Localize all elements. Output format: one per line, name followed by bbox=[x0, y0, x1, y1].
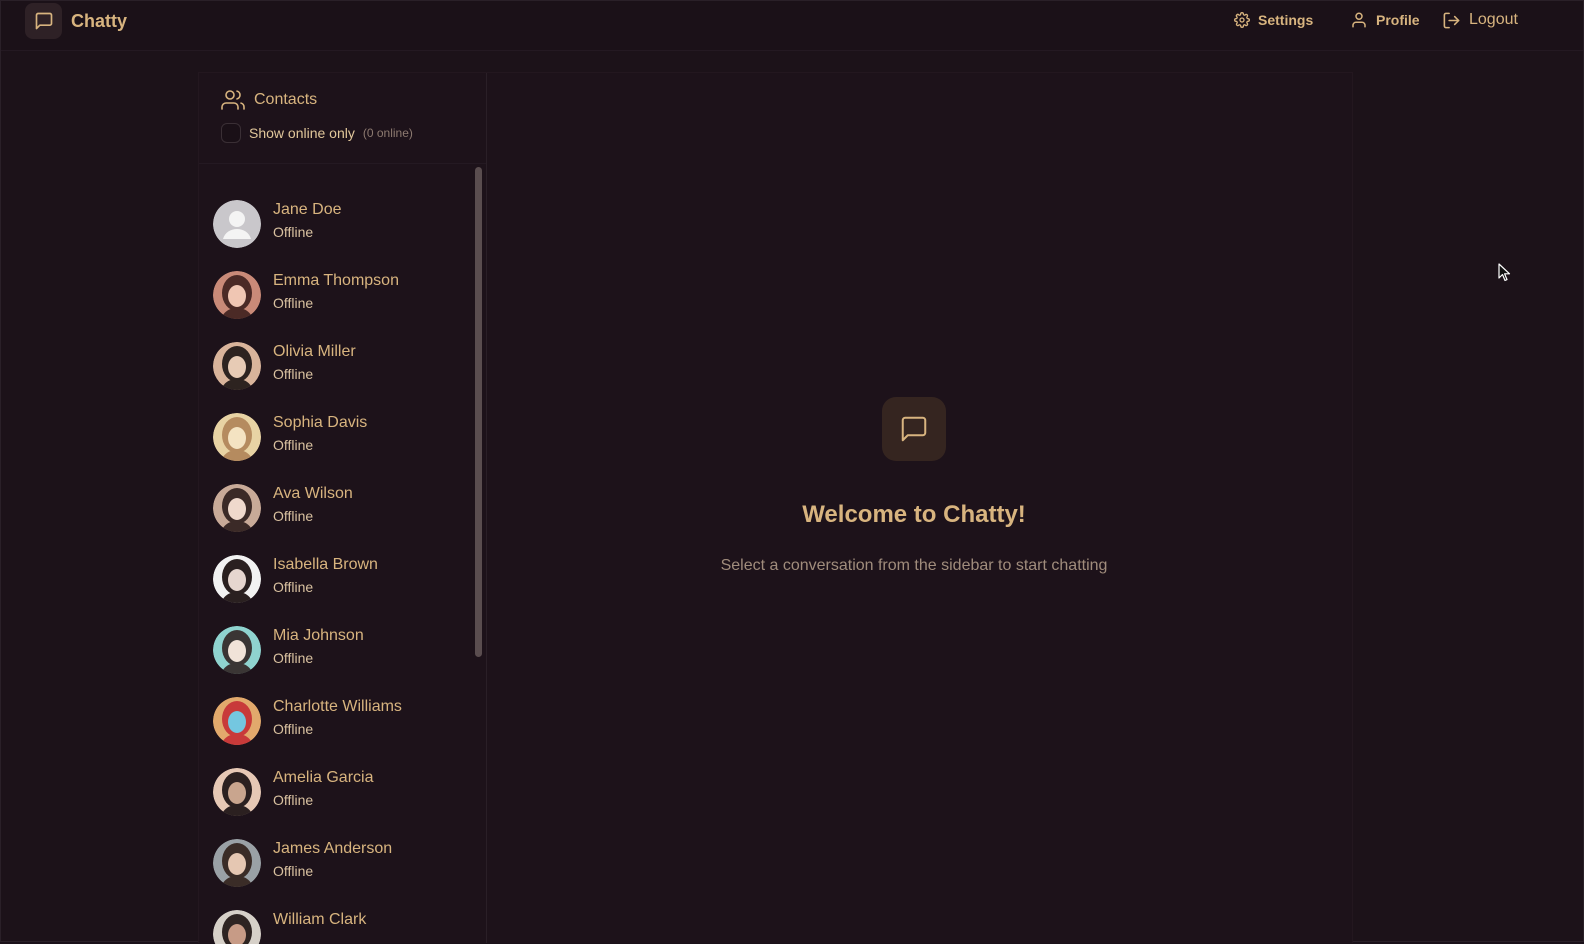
contacts-sidebar: Contacts Show online only (0 online) Jan… bbox=[199, 73, 487, 944]
logout-icon bbox=[1443, 12, 1460, 28]
avatar bbox=[213, 697, 261, 745]
avatar bbox=[213, 413, 261, 461]
default-avatar-icon bbox=[213, 200, 261, 248]
online-count: (0 online) bbox=[362, 126, 413, 140]
contact-item[interactable]: William Clark bbox=[199, 899, 469, 944]
contact-status: Offline bbox=[273, 721, 314, 737]
contact-status: Offline bbox=[273, 792, 314, 808]
welcome-subtitle: Select a conversation from the sidebar t… bbox=[720, 557, 1108, 574]
contact-list: Jane Doe Offline Emma Thompson Offline Olivi… bbox=[199, 189, 486, 944]
contact-item[interactable]: Amelia Garcia Offline bbox=[199, 757, 469, 827]
user-icon bbox=[1352, 12, 1366, 28]
contact-status: Offline bbox=[273, 579, 314, 595]
online-filter: Show online only (0 online) bbox=[221, 123, 413, 143]
avatar bbox=[213, 839, 261, 887]
contact-item[interactable]: Charlotte Williams Offline bbox=[199, 686, 469, 756]
contact-item[interactable]: James Anderson Offline bbox=[199, 828, 469, 898]
show-online-checkbox[interactable] bbox=[221, 123, 241, 143]
contact-item[interactable]: Isabella Brown Offline bbox=[199, 544, 469, 614]
contact-name: Mia Johnson bbox=[273, 627, 364, 644]
chat-bubble-icon bbox=[25, 3, 62, 39]
profile-button[interactable]: Profile bbox=[1350, 9, 1420, 31]
contact-name: Jane Doe bbox=[273, 201, 342, 218]
contact-status: Offline bbox=[273, 863, 314, 879]
brand-link[interactable]: Chatty bbox=[25, 3, 127, 39]
contact-item[interactable]: Emma Thompson Offline bbox=[199, 260, 469, 330]
show-online-label[interactable]: Show online only bbox=[249, 125, 355, 141]
contact-status: Offline bbox=[273, 224, 314, 240]
logout-button[interactable]: Logout bbox=[1442, 9, 1518, 31]
contact-item[interactable]: Olivia Miller Offline bbox=[199, 331, 469, 401]
contact-name: Amelia Garcia bbox=[273, 769, 374, 786]
mouse-cursor-icon bbox=[1498, 263, 1511, 282]
chat-container: Contacts Show online only (0 online) Jan… bbox=[198, 72, 1353, 944]
contact-item[interactable]: Ava Wilson Offline bbox=[199, 473, 469, 543]
contact-name: James Anderson bbox=[273, 840, 393, 857]
contact-status: Offline bbox=[273, 295, 314, 311]
contact-name: William Clark bbox=[273, 911, 367, 928]
app-title: Chatty bbox=[71, 10, 128, 31]
contact-name: Emma Thompson bbox=[273, 272, 399, 289]
logout-label: Logout bbox=[1469, 11, 1518, 28]
users-icon bbox=[221, 90, 245, 110]
sidebar-header: Contacts Show online only (0 online) bbox=[199, 73, 486, 164]
contact-name: Ava Wilson bbox=[273, 485, 353, 502]
contact-name: Charlotte Williams bbox=[273, 698, 402, 715]
app-window: Chatty Settings Profile Logout Contacts … bbox=[0, 0, 1584, 944]
contact-name: Sophia Davis bbox=[273, 414, 368, 431]
settings-button[interactable]: Settings bbox=[1234, 9, 1313, 31]
contact-status: Offline bbox=[273, 366, 314, 382]
contacts-title: Contacts bbox=[254, 91, 318, 108]
welcome-chat-icon bbox=[882, 397, 946, 461]
top-navbar: Chatty Settings Profile Logout bbox=[1, 1, 1583, 51]
contact-list-scrollbar[interactable] bbox=[475, 167, 482, 657]
avatar bbox=[213, 626, 261, 674]
avatar bbox=[213, 484, 261, 532]
contact-name: Olivia Miller bbox=[273, 343, 356, 360]
settings-label: Settings bbox=[1258, 12, 1314, 28]
contact-status: Offline bbox=[273, 508, 314, 524]
contact-status: Offline bbox=[273, 650, 314, 666]
profile-label: Profile bbox=[1376, 12, 1420, 28]
contacts-heading: Contacts bbox=[221, 88, 317, 112]
avatar bbox=[213, 342, 261, 390]
contact-name: Isabella Brown bbox=[273, 556, 378, 573]
avatar bbox=[213, 910, 261, 944]
avatar bbox=[213, 555, 261, 603]
contact-status: Offline bbox=[273, 437, 314, 453]
contact-item[interactable]: Jane Doe Offline bbox=[199, 189, 469, 259]
avatar bbox=[213, 271, 261, 319]
avatar bbox=[213, 768, 261, 816]
contact-item[interactable]: Sophia Davis Offline bbox=[199, 402, 469, 472]
gear-icon bbox=[1234, 12, 1250, 28]
contact-item[interactable]: Mia Johnson Offline bbox=[199, 615, 469, 685]
welcome-title: Welcome to Chatty! bbox=[802, 501, 1026, 528]
